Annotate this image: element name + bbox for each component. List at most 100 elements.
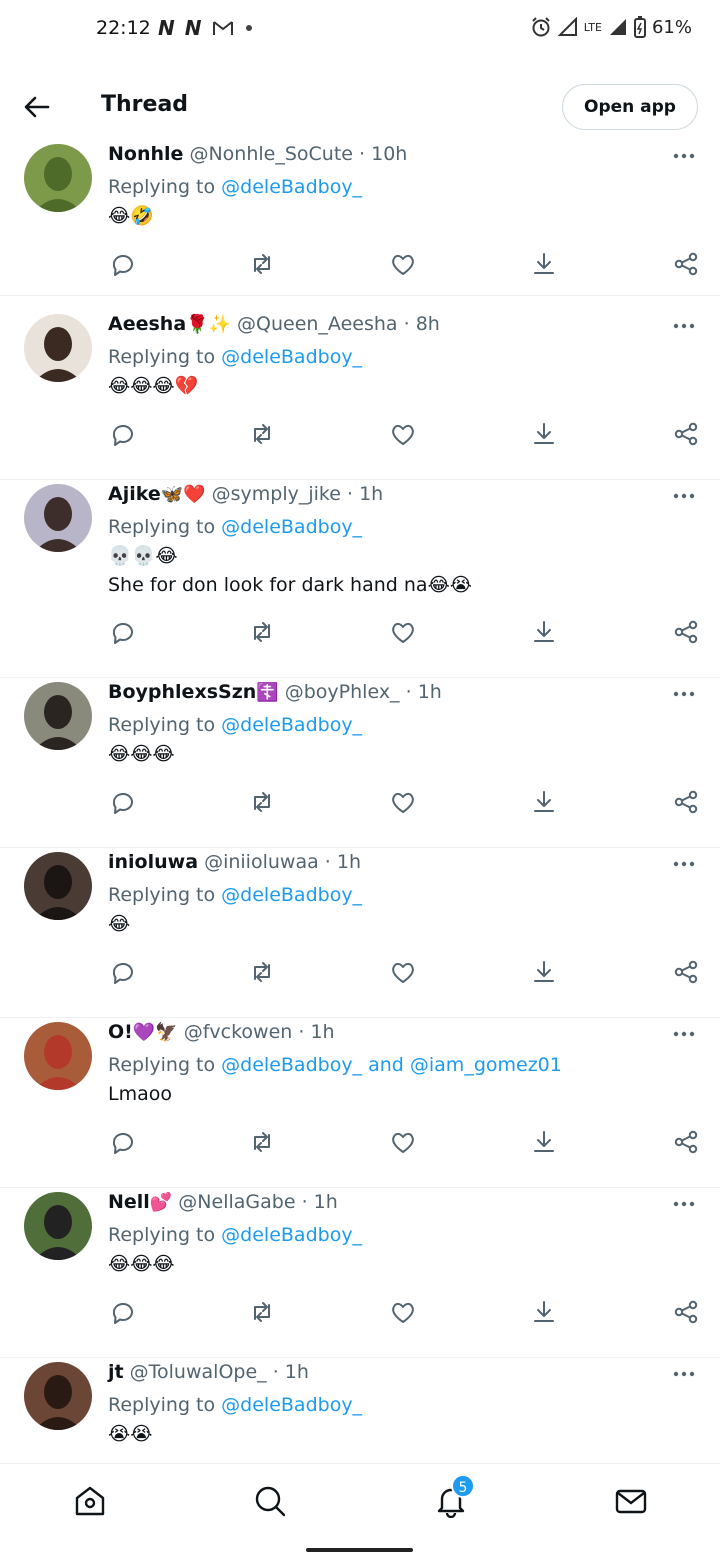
retweet-icon[interactable] — [248, 1298, 276, 1326]
download-icon[interactable] — [530, 1128, 558, 1156]
share-icon[interactable] — [672, 250, 700, 278]
avatar[interactable] — [24, 144, 92, 212]
tweet-time[interactable]: 1h — [359, 483, 383, 505]
download-icon[interactable] — [530, 420, 558, 448]
reply-icon[interactable] — [108, 250, 136, 278]
tweet-reply[interactable]: inioluwa @iniioluwaa · 1h Replying to @d… — [0, 848, 720, 1018]
download-icon[interactable] — [530, 958, 558, 986]
tweet-time[interactable]: 1h — [337, 851, 361, 873]
user-handle[interactable]: @NellaGabe — [178, 1191, 295, 1213]
tweet-time[interactable]: 8h — [416, 313, 440, 335]
mention-link[interactable]: @deleBadboy_ — [221, 176, 362, 198]
share-icon[interactable] — [672, 618, 700, 646]
tweet-reply[interactable]: O!💜🦅 @fvckowen · 1h Replying to @deleBad… — [0, 1018, 720, 1188]
reply-icon[interactable] — [108, 618, 136, 646]
reply-icon[interactable] — [108, 1298, 136, 1326]
download-icon[interactable] — [530, 250, 558, 278]
tweet-reply[interactable]: Ajike🦋❤️ @symply_jike · 1h Replying to @… — [0, 480, 720, 678]
mention-link[interactable]: @deleBadboy_ — [221, 346, 362, 368]
tweet-reply[interactable]: Nonhle @Nonhle_SoCute · 10h Replying to … — [0, 140, 720, 296]
open-app-button[interactable]: Open app — [562, 84, 698, 130]
mention-link[interactable]: @deleBadboy_ — [221, 714, 362, 736]
mention-link[interactable]: @deleBadboy_ — [221, 516, 362, 538]
tweet-time[interactable]: 1h — [285, 1361, 309, 1383]
display-name[interactable]: inioluwa — [108, 851, 198, 873]
more-options-icon[interactable] — [672, 1200, 696, 1208]
more-options-icon[interactable] — [672, 1370, 696, 1378]
user-handle[interactable]: @symply_jike — [212, 483, 341, 505]
notification-count-badge: 5 — [451, 1474, 475, 1498]
user-handle[interactable]: @Queen_Aeesha — [237, 313, 398, 335]
like-icon[interactable] — [389, 618, 417, 646]
back-arrow-icon[interactable] — [20, 90, 54, 124]
display-name[interactable]: O! — [108, 1021, 133, 1043]
tweet-time[interactable]: 1h — [314, 1191, 338, 1213]
tweet-reply[interactable]: BoyphlexsSzn☦️ @boyPhlex_ · 1h Replying … — [0, 678, 720, 848]
avatar[interactable] — [24, 682, 92, 750]
battery-icon — [633, 16, 646, 38]
user-handle[interactable]: @boyPhlex_ — [285, 681, 400, 703]
download-icon[interactable] — [530, 788, 558, 816]
share-icon[interactable] — [672, 958, 700, 986]
avatar[interactable] — [24, 852, 92, 920]
more-options-icon[interactable] — [672, 690, 696, 698]
user-handle[interactable]: @ToluwalOpe_ — [130, 1361, 267, 1383]
download-icon[interactable] — [530, 618, 558, 646]
mention-link[interactable]: @deleBadboy_ — [221, 1224, 362, 1246]
like-icon[interactable] — [389, 250, 417, 278]
retweet-icon[interactable] — [248, 788, 276, 816]
download-icon[interactable] — [530, 1298, 558, 1326]
like-icon[interactable] — [389, 420, 417, 448]
user-handle[interactable]: @iniioluwaa — [204, 851, 319, 873]
display-name[interactable]: Aeesha — [108, 313, 186, 335]
mention-link[interactable]: @deleBadboy_ — [221, 884, 362, 906]
reply-icon[interactable] — [108, 420, 136, 448]
tweet-time[interactable]: 1h — [310, 1021, 334, 1043]
more-options-icon[interactable] — [672, 152, 696, 160]
share-icon[interactable] — [672, 788, 700, 816]
search-icon[interactable] — [253, 1484, 287, 1518]
avatar[interactable] — [24, 1022, 92, 1090]
avatar[interactable] — [24, 1362, 92, 1430]
share-icon[interactable] — [672, 1128, 700, 1156]
avatar[interactable] — [24, 314, 92, 382]
like-icon[interactable] — [389, 958, 417, 986]
messages-icon[interactable] — [614, 1484, 648, 1518]
retweet-icon[interactable] — [248, 618, 276, 646]
more-options-icon[interactable] — [672, 860, 696, 868]
retweet-icon[interactable] — [248, 250, 276, 278]
like-icon[interactable] — [389, 788, 417, 816]
mention-link[interactable]: @deleBadboy_ and @iam_gomez01 — [221, 1054, 562, 1076]
tweet-time[interactable]: 10h — [371, 143, 407, 165]
home-icon[interactable] — [73, 1484, 107, 1518]
display-name[interactable]: jt — [108, 1361, 124, 1383]
reply-icon[interactable] — [108, 1128, 136, 1156]
retweet-icon[interactable] — [248, 1128, 276, 1156]
mention-link[interactable]: @deleBadboy_ — [221, 1394, 362, 1416]
more-options-icon[interactable] — [672, 322, 696, 330]
display-name[interactable]: Nonhle — [108, 143, 183, 165]
share-icon[interactable] — [672, 1298, 700, 1326]
more-options-icon[interactable] — [672, 1030, 696, 1038]
reply-icon[interactable] — [108, 788, 136, 816]
reply-icon[interactable] — [108, 958, 136, 986]
tweet-reply[interactable]: Nell💕 @NellaGabe · 1h Replying to @deleB… — [0, 1188, 720, 1358]
retweet-icon[interactable] — [248, 958, 276, 986]
user-handle[interactable]: @fvckowen — [184, 1021, 293, 1043]
like-icon[interactable] — [389, 1128, 417, 1156]
more-options-icon[interactable] — [672, 492, 696, 500]
tweet-time[interactable]: 1h — [418, 681, 442, 703]
user-handle[interactable]: @Nonhle_SoCute — [189, 143, 353, 165]
home-indicator[interactable] — [306, 1548, 413, 1552]
tweet-reply[interactable]: Aeesha🌹✨ @Queen_Aeesha · 8h Replying to … — [0, 310, 720, 480]
share-icon[interactable] — [672, 420, 700, 448]
retweet-icon[interactable] — [248, 420, 276, 448]
tweet-reply[interactable]: jt @ToluwalOpe_ · 1h Replying to @deleBa… — [0, 1358, 720, 1494]
display-name[interactable]: Ajike — [108, 483, 161, 505]
avatar[interactable] — [24, 1192, 92, 1260]
tweet-header: Aeesha🌹✨ @Queen_Aeesha · 8h — [108, 310, 700, 339]
avatar[interactable] — [24, 484, 92, 552]
display-name[interactable]: BoyphlexsSzn — [108, 681, 256, 703]
like-icon[interactable] — [389, 1298, 417, 1326]
display-name[interactable]: Nell — [108, 1191, 150, 1213]
